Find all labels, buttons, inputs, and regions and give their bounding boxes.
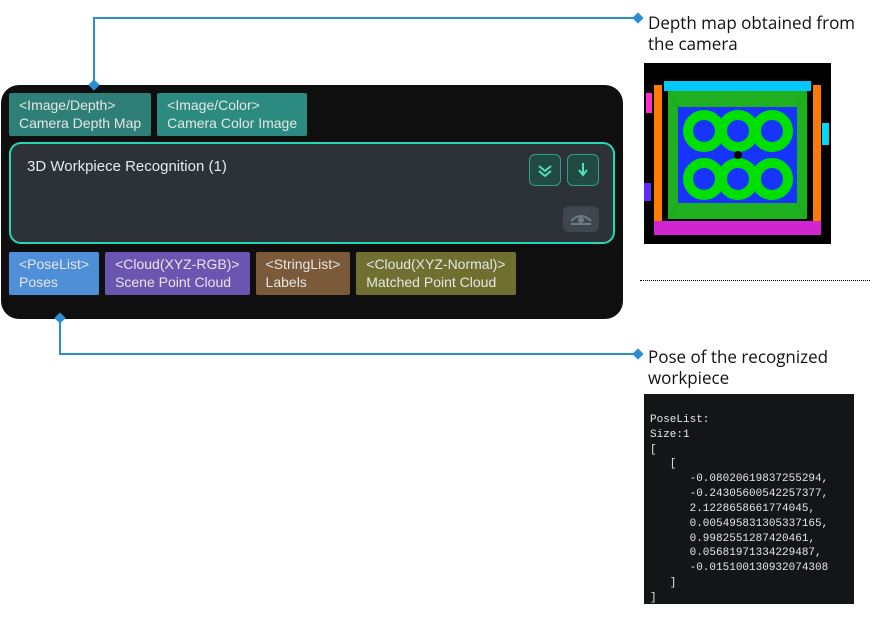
port-label: Matched Point Cloud	[366, 274, 505, 292]
output-port-matched-cloud[interactable]: <Cloud(XYZ-Normal)> Matched Point Cloud	[356, 252, 515, 295]
input-port-depth[interactable]: <Image/Depth> Camera Depth Map	[9, 93, 151, 136]
output-port-labels[interactable]: <StringList> Labels	[256, 252, 351, 295]
poselist-output-panel: PoseList: Size:1 [ [ -0.0802061983725529…	[644, 394, 854, 604]
port-type: <Cloud(XYZ-Normal)>	[366, 256, 505, 274]
pose-value: 0.9982551287420461	[690, 533, 809, 545]
input-port-row: <Image/Depth> Camera Depth Map <Image/Co…	[9, 93, 615, 136]
port-label: Camera Depth Map	[19, 115, 141, 133]
port-label: Camera Color Image	[167, 115, 297, 133]
port-type: <PoseList>	[19, 256, 89, 274]
workpiece-recognition-node: <Image/Depth> Camera Depth Map <Image/Co…	[1, 85, 623, 319]
output-port-row: <PoseList> Poses <Cloud(XYZ-RGB)> Scene …	[9, 252, 615, 295]
pose-value: -0.015100130932074308	[690, 562, 829, 574]
node-title: 3D Workpiece Recognition (1)	[27, 158, 597, 175]
callout-depth-map: Depth map obtained from the camera	[648, 12, 868, 55]
output-port-poses[interactable]: <PoseList> Poses	[9, 252, 99, 295]
port-label: Labels	[266, 274, 341, 292]
port-label: Poses	[19, 274, 89, 292]
collapse-button[interactable]	[529, 154, 561, 186]
pose-value: 2.1228658661774045	[690, 503, 809, 515]
poselist-size: Size:1	[650, 429, 690, 441]
port-label: Scene Point Cloud	[115, 274, 239, 292]
pose-value: 0.005495831305337165	[690, 518, 822, 530]
output-port-scene-cloud[interactable]: <Cloud(XYZ-RGB)> Scene Point Cloud	[105, 252, 249, 295]
port-type: <Cloud(XYZ-RGB)>	[115, 256, 239, 274]
run-step-button[interactable]	[567, 154, 599, 186]
port-type: <Image/Color>	[167, 97, 297, 115]
visualize-toggle[interactable]	[563, 206, 599, 232]
port-type: <StringList>	[266, 256, 341, 274]
depth-map-thumbnail	[644, 63, 831, 244]
callout-pose: Pose of the recognized workpiece	[648, 346, 878, 389]
section-separator	[640, 280, 870, 281]
pose-value: -0.08020619837255294	[690, 473, 822, 485]
node-body[interactable]: 3D Workpiece Recognition (1)	[9, 142, 615, 244]
input-port-color[interactable]: <Image/Color> Camera Color Image	[157, 93, 307, 136]
poselist-header: PoseList:	[650, 414, 709, 426]
port-type: <Image/Depth>	[19, 97, 141, 115]
pose-value: 0.05681971334229487	[690, 547, 815, 559]
pose-value: -0.24305600542257377	[690, 488, 822, 500]
